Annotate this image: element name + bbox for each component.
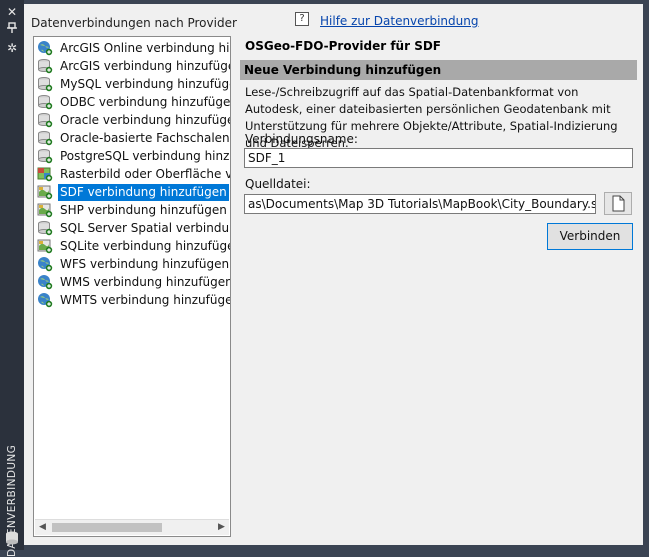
scroll-left-icon[interactable]: ◀ <box>35 520 50 535</box>
browse-file-button[interactable] <box>604 192 632 215</box>
data-connect-panel: Datenverbindungen nach Provider ? Hilfe … <box>24 4 643 545</box>
provider-item[interactable]: SDF verbindung hinzufügen <box>36 184 230 201</box>
provider-list-title: Datenverbindungen nach Provider <box>31 16 237 30</box>
provider-item-label: PostgreSQL verbindung hinzufügen <box>60 149 230 163</box>
provider-item[interactable]: WMS verbindung hinzufügen <box>36 274 230 291</box>
provider-list[interactable]: WMTS verbindung hinzufügen WMS verbindung… <box>33 36 231 537</box>
file-icon <box>612 195 625 212</box>
database-add-icon <box>37 112 53 128</box>
provider-item[interactable]: WMTS verbindung hinzufügen <box>36 292 230 309</box>
scrollbar-thumb[interactable] <box>52 523 162 532</box>
help-link[interactable]: Hilfe zur Datenverbindung <box>320 14 478 28</box>
provider-item-label: SHP verbindung hinzufügen <box>60 203 227 217</box>
connection-name-label: Verbindungsname: <box>245 132 358 146</box>
provider-item-label: SDF verbindung hinzufügen <box>58 184 229 201</box>
help-icon[interactable]: ? <box>295 12 309 26</box>
provider-item[interactable]: ArcGIS Online verbindung hinzufügen <box>36 40 230 57</box>
provider-item-label: SQLite verbindung hinzufügen <box>60 239 230 253</box>
pin-icon[interactable] <box>3 22 21 38</box>
provider-item-label: SQL Server Spatial verbindung hinzufügen <box>60 221 230 235</box>
scroll-right-icon[interactable]: ▶ <box>214 520 229 535</box>
database-add-icon <box>37 94 53 110</box>
provider-item[interactable]: Oracle verbindung hinzufügen <box>36 112 230 129</box>
database-add-icon <box>37 58 53 74</box>
file-map-add-icon <box>37 202 53 218</box>
provider-item-label: ODBC verbindung hinzufügen <box>60 95 230 109</box>
provider-item[interactable]: SHP verbindung hinzufügen <box>36 202 230 219</box>
provider-item[interactable]: Rasterbild oder Oberfläche verbindung hi… <box>36 166 230 183</box>
settings-icon[interactable]: ✲ <box>3 40 21 56</box>
globe-add-icon <box>37 256 53 272</box>
database-add-icon <box>37 76 53 92</box>
palette-sidebar: ✕ ✲ DATENVERBINDUNG <box>0 0 24 557</box>
provider-item[interactable]: Oracle-basierte Fachschalen verbindung h… <box>36 130 230 147</box>
provider-item-label: Oracle verbindung hinzufügen <box>60 113 230 127</box>
provider-item[interactable]: SQL Server Spatial verbindung hinzufügen <box>36 220 230 237</box>
provider-item[interactable]: ODBC verbindung hinzufügen <box>36 94 230 111</box>
provider-item-label: WMS verbindung hinzufügen <box>60 275 230 289</box>
raster-add-icon <box>37 166 53 182</box>
provider-item-label: WMTS verbindung hinzufügen <box>60 293 230 307</box>
palette-title: DATENVERBINDUNG <box>6 444 18 557</box>
section-header: Neue Verbindung hinzufügen <box>240 60 637 80</box>
provider-title: OSGeo-FDO-Provider für SDF <box>245 39 441 53</box>
provider-item-label: WFS verbindung hinzufügen <box>60 257 230 271</box>
globe-add-icon <box>37 292 53 308</box>
provider-item[interactable]: WFS verbindung hinzufügen <box>36 256 230 273</box>
source-file-label: Quelldatei: <box>245 177 311 191</box>
provider-item-label: MySQL verbindung hinzufügen <box>60 77 230 91</box>
provider-item[interactable]: SQLite verbindung hinzufügen <box>36 238 230 255</box>
globe-add-icon <box>37 40 53 56</box>
database-icon <box>4 530 20 546</box>
provider-item[interactable]: PostgreSQL verbindung hinzufügen <box>36 148 230 165</box>
close-icon[interactable]: ✕ <box>3 4 21 20</box>
provider-item[interactable]: ArcGIS verbindung hinzufügen <box>36 58 230 75</box>
connection-name-input[interactable]: SDF_1 <box>244 148 633 168</box>
source-file-input[interactable]: as\Documents\Map 3D Tutorials\MapBook\Ci… <box>244 194 596 214</box>
database-add-icon <box>37 130 53 146</box>
file-map-add-icon <box>37 184 53 200</box>
provider-item-label: ArcGIS Online verbindung hinzufügen <box>60 41 230 55</box>
database-add-icon <box>37 148 53 164</box>
provider-item-label: Oracle-basierte Fachschalen verbindung h… <box>60 131 230 145</box>
globe-add-icon <box>37 274 53 290</box>
provider-item-label: Rasterbild oder Oberfläche verbindung hi… <box>60 167 230 181</box>
horizontal-scrollbar[interactable]: ◀ ▶ <box>35 519 229 535</box>
provider-item[interactable]: MySQL verbindung hinzufügen <box>36 76 230 93</box>
connect-button[interactable]: Verbinden <box>547 223 633 250</box>
file-map-add-icon <box>37 238 53 254</box>
database-add-icon <box>37 220 53 236</box>
provider-item-label: ArcGIS verbindung hinzufügen <box>60 59 230 73</box>
